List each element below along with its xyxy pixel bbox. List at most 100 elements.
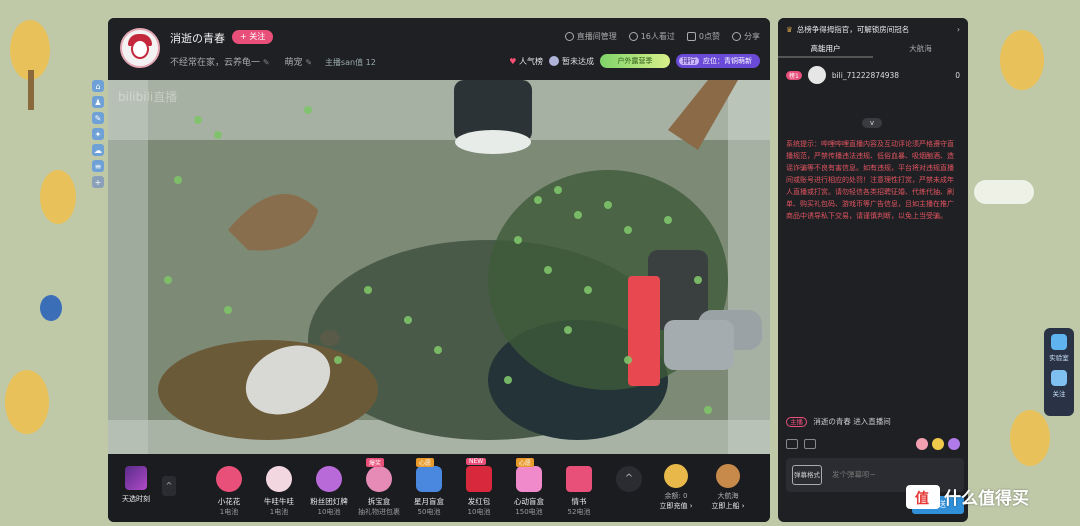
background-tree — [1000, 30, 1044, 90]
game-icon[interactable]: ♟ — [92, 96, 104, 108]
live-video[interactable]: bilibili直播 — [108, 80, 770, 454]
gift-name: 小花花 — [217, 497, 241, 506]
gift-tag: 爆奖 — [366, 458, 385, 467]
wand-icon — [366, 466, 392, 492]
edit-icon[interactable]: ✎ — [92, 112, 104, 124]
gift-tag: NEW — [466, 458, 487, 465]
rank-notice[interactable]: ♛ 总榜争得拇指官，可解锁房间冠名 › — [778, 18, 968, 40]
eye-icon — [628, 32, 638, 41]
background-tree — [28, 70, 34, 110]
streamer-san-value: 主播san值 12 — [324, 58, 376, 67]
left-toolbar: ⌂ ♟ ✎ ✦ ☁ ≡ + — [92, 80, 106, 188]
room-header: 消逝の青春 + 关注 不经常在家，云养龟一 ✎ 萌宠 ✎ 主播san值 12 直… — [108, 18, 770, 80]
follow-button[interactable]: + 关注 — [232, 30, 274, 44]
follow-label: 关注 — [1052, 390, 1066, 398]
wallet-area: 余额: 0 立即充值 › 大航海 立即上船 › — [656, 464, 748, 511]
thumbs-up-icon — [686, 32, 696, 41]
gift-price: 1电池 — [269, 508, 289, 516]
gift-item[interactable]: 心愿 星月盲盒 50电池 — [404, 458, 454, 517]
danmaku-input[interactable] — [832, 464, 952, 484]
gift-icon[interactable]: ✦ — [92, 128, 104, 140]
fire-icon: ♥ — [509, 56, 519, 66]
gear-icon — [564, 32, 574, 41]
turtle-tank-scene — [108, 80, 770, 454]
rank-row[interactable]: 榜1 bili_71222874938 0 — [778, 58, 968, 92]
lucky-draw-entry[interactable]: 天选时刻 — [116, 466, 156, 504]
gift-price: 1电池 — [219, 508, 239, 516]
background-tree — [1010, 410, 1050, 466]
chat-bubble-icon[interactable] — [948, 438, 960, 450]
event-banner[interactable]: 户外露营季 — [600, 54, 670, 68]
system-message: 系统提示：哔哩哔哩直播内容及互动评论须严格遵守直播规范，严禁传播违法违规、低俗血… — [786, 140, 954, 220]
rank-position: 榜1 — [786, 70, 802, 80]
lab-entry[interactable]: 实验室 — [1044, 334, 1074, 362]
voyage-label: 大航海 — [717, 492, 739, 500]
tab-voyage[interactable]: 大航海 — [873, 40, 968, 58]
task-icon — [549, 56, 559, 66]
gift-item[interactable]: 心愿 心动盲盒 150电池 — [504, 458, 554, 517]
like-button[interactable]: 0点赞 — [686, 31, 720, 42]
rank-username[interactable]: bili_71222874938 — [832, 71, 899, 80]
heart-icon — [1051, 370, 1067, 386]
popularity-rank[interactable]: ♥ 人气榜 — [509, 56, 543, 67]
edit-icon[interactable]: ✎ — [305, 58, 312, 67]
recharge-entry[interactable]: 余额: 0 立即充值 › — [656, 464, 696, 511]
thumbs-up-icon[interactable] — [916, 438, 928, 450]
cloud-icon[interactable]: ☁ — [92, 144, 104, 156]
chevron-right-icon: › — [957, 24, 960, 34]
streamer-role-badge: 主播 — [786, 417, 807, 427]
streamer-avatar[interactable] — [120, 28, 160, 68]
room-category[interactable]: 萌宠 — [284, 58, 302, 68]
gift-item[interactable]: 牛哇牛哇 1电池 — [254, 458, 304, 517]
gift-item[interactable]: NEW 发红包 10电池 — [454, 458, 504, 517]
chevron-down-icon[interactable]: v — [862, 118, 882, 128]
cow-icon — [266, 466, 292, 492]
task-icon[interactable]: ≡ — [92, 160, 104, 172]
danmaku-format-button[interactable]: 弹幕格式 — [792, 465, 822, 485]
gift-shortcut-icon[interactable] — [804, 439, 816, 449]
gift-name: 拆宝盒 — [367, 497, 391, 506]
lucky-draw-label: 天选时刻 — [122, 495, 150, 503]
gift-bar: 天选时刻 ^ 小花花 1电池 牛哇牛哇 1电池 粉丝团灯牌 10电池 爆奖 拆宝… — [108, 454, 770, 522]
lab-label: 实验室 — [1049, 354, 1069, 362]
gift-item[interactable]: 粉丝团灯牌 10电池 — [304, 458, 354, 517]
gift-item[interactable]: 情书 52电池 — [554, 458, 604, 517]
recharge-link[interactable]: 立即充值 › — [656, 501, 696, 511]
enter-text: 消逝の青春 进入直播间 — [813, 417, 891, 426]
voyage-link[interactable]: 立即上船 › — [708, 501, 748, 511]
lamp-icon — [316, 466, 342, 492]
voyage-entry[interactable]: 大航海 立即上船 › — [708, 464, 748, 511]
gift-item[interactable]: 爆奖 拆宝盒 抽礼物进包裹 — [354, 458, 404, 517]
smile-icon[interactable] — [932, 438, 944, 450]
background-tree — [5, 370, 49, 434]
gift-tag: 心愿 — [516, 458, 535, 467]
background-figure — [40, 295, 62, 321]
home-icon[interactable]: ⌂ — [92, 80, 104, 92]
rank-badge[interactable]: 排行 应位：青铜萌新 — [676, 54, 760, 68]
task-status[interactable]: 暂未达成 — [549, 56, 594, 67]
emoji-icon[interactable] — [786, 439, 798, 449]
share-button[interactable]: 分享 — [732, 31, 760, 42]
gift-name: 粉丝团灯牌 — [310, 497, 348, 506]
watermark-logo: 什么值得买 — [906, 484, 1029, 509]
room-title: 消逝の青春 — [170, 32, 225, 45]
add-icon[interactable]: + — [92, 176, 104, 188]
gift-tag: 心愿 — [416, 458, 435, 467]
gift-price: 10电池 — [467, 508, 491, 516]
gift-price: 150电池 — [515, 508, 543, 516]
gift-item[interactable]: 小花花 1电池 — [204, 458, 254, 517]
more-gifts-button[interactable]: ^ — [616, 466, 642, 492]
share-icon — [732, 32, 741, 41]
gift-name: 星月盲盒 — [414, 497, 444, 506]
edit-icon[interactable]: ✎ — [263, 58, 270, 67]
follow-entry[interactable]: 关注 — [1044, 370, 1074, 398]
background-cloud — [974, 180, 1034, 204]
viewers-count: 16人看过 — [628, 31, 675, 42]
enter-message: 主播 消逝の青春 进入直播间 — [786, 416, 891, 427]
room-manage-button[interactable]: 直播间管理 — [564, 31, 617, 42]
gift-list: 小花花 1电池 牛哇牛哇 1电池 粉丝团灯牌 10电池 爆奖 拆宝盒 抽礼物进包… — [204, 458, 604, 517]
rank-notice-text: 总榜争得拇指官，可解锁房间冠名 — [796, 24, 910, 34]
tab-high-energy[interactable]: 高能用户 — [778, 40, 873, 58]
heart-box-icon — [516, 466, 542, 492]
expand-button[interactable]: ^ — [162, 476, 176, 496]
